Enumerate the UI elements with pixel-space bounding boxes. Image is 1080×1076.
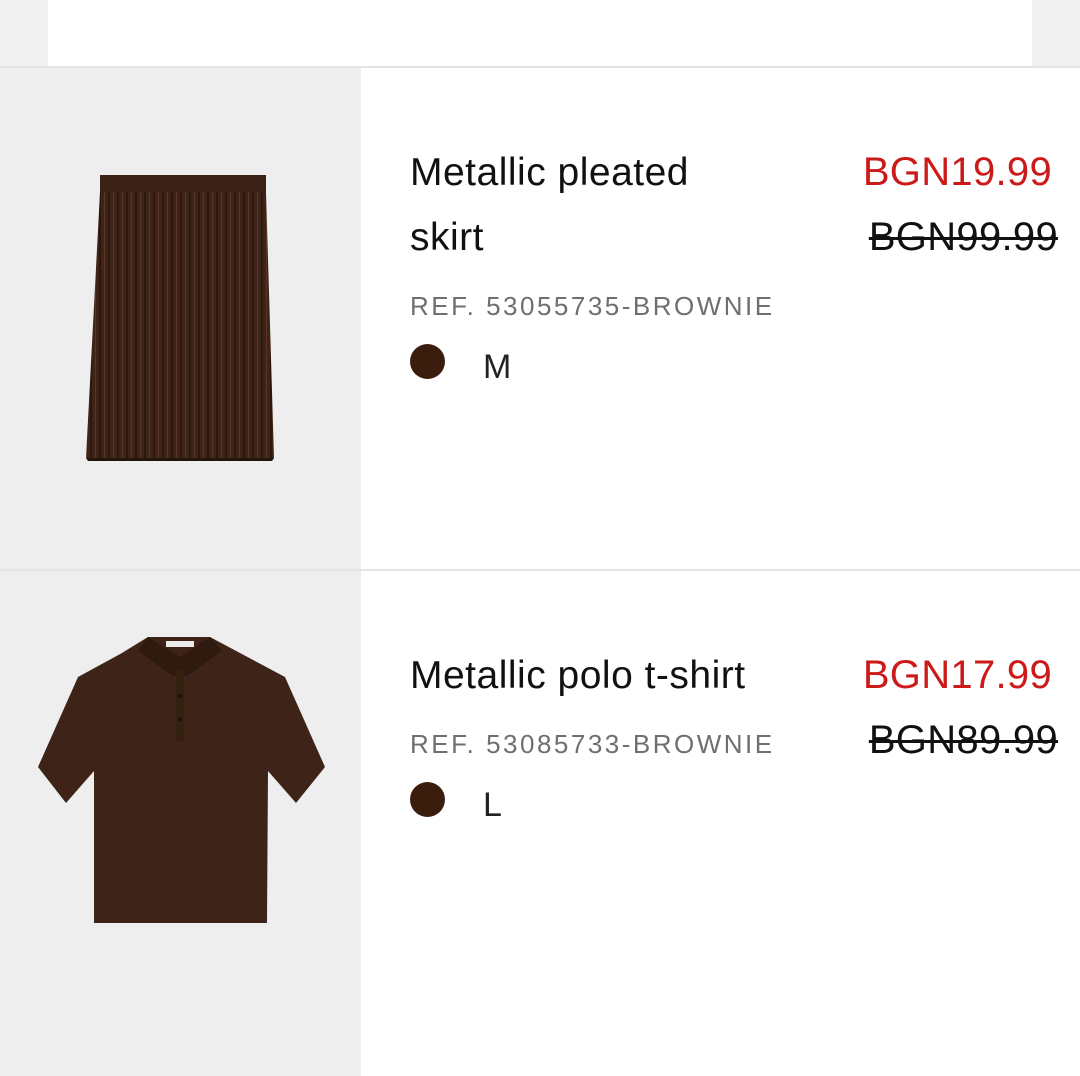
sale-price: BGN19.99 xyxy=(862,150,1052,194)
product-name[interactable]: Metallic polo t-shirt xyxy=(410,643,746,708)
product-name-line: Metallic pleated xyxy=(410,151,689,194)
product-name-line: skirt xyxy=(410,216,484,259)
top-section xyxy=(0,0,1080,66)
color-swatch xyxy=(410,782,445,817)
product-image[interactable] xyxy=(0,571,361,1076)
product-name[interactable]: Metallic pleated skirt xyxy=(410,140,689,270)
product-reference: REF. 53085733-BROWNIE xyxy=(410,729,775,759)
size-label: M xyxy=(483,348,512,386)
cart-item: Metallic pleated skirt BGN19.99 BGN99.99… xyxy=(0,68,1080,569)
original-price: BGN99.99 xyxy=(868,215,1058,259)
cart-item: Metallic polo t-shirt BGN17.99 BGN89.99 … xyxy=(0,571,1080,1076)
product-reference: REF. 53055735-BROWNIE xyxy=(410,291,775,321)
sale-price: BGN17.99 xyxy=(862,653,1052,697)
top-card xyxy=(48,0,1032,66)
color-swatch xyxy=(410,344,445,379)
size-label: L xyxy=(483,786,502,824)
pleated-skirt-image xyxy=(0,68,361,569)
polo-shirt-image xyxy=(0,571,361,1076)
original-price: BGN89.99 xyxy=(868,718,1058,762)
product-image[interactable] xyxy=(0,68,361,569)
